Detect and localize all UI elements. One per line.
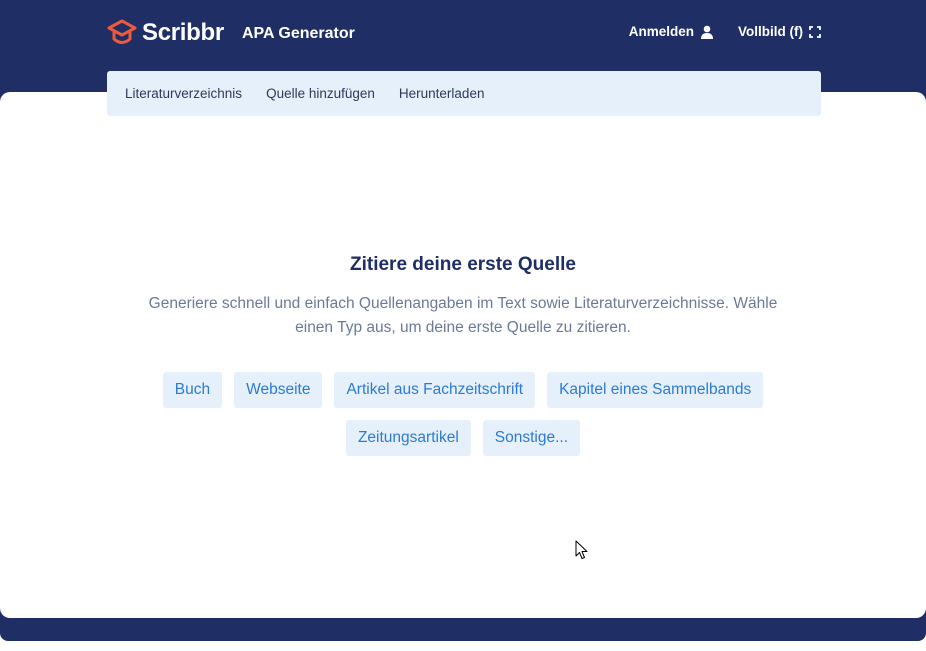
product-name: APA Generator — [241, 25, 355, 42]
header-actions: Anmelden Vollbild (f) — [629, 24, 821, 39]
fullscreen-button[interactable]: Vollbild (f) — [738, 24, 821, 39]
empty-state: Zitiere deine erste Quelle Generiere sch… — [0, 254, 926, 456]
source-type-book-button[interactable]: Buch — [162, 372, 223, 408]
source-type-website-button[interactable]: Webseite — [234, 372, 323, 408]
user-icon — [700, 25, 714, 39]
mouse-cursor-icon — [575, 540, 589, 565]
source-type-other-button[interactable]: Sonstige... — [482, 420, 581, 456]
tab-herunterladen[interactable]: Herunterladen — [399, 86, 485, 101]
tab-bar: Literaturverzeichnis Quelle hinzufügen H… — [107, 71, 821, 116]
fullscreen-label: Vollbild (f) — [738, 24, 803, 39]
top-header: Scribbr APA Generator Anmelden Vollbild … — [107, 18, 821, 52]
source-type-book-chapter-button[interactable]: Kapitel eines Sammelbands — [547, 372, 764, 408]
brand-name: Scribbr — [142, 19, 224, 46]
brand[interactable]: Scribbr APA Generator — [107, 18, 355, 48]
scribbr-logo-icon — [107, 18, 137, 48]
source-type-buttons: Buch Webseite Artikel aus Fachzeitschrif… — [143, 372, 783, 456]
app-window: Scribbr APA Generator Anmelden Vollbild … — [0, 0, 926, 641]
empty-state-title: Zitiere deine erste Quelle — [350, 254, 576, 275]
source-type-journal-article-button[interactable]: Artikel aus Fachzeitschrift — [334, 372, 536, 408]
login-button[interactable]: Anmelden — [629, 24, 714, 39]
source-type-newspaper-article-button[interactable]: Zeitungsartikel — [345, 420, 471, 456]
fullscreen-icon — [809, 25, 821, 38]
empty-state-description: Generiere schnell und einfach Quellenang… — [148, 295, 778, 336]
login-label: Anmelden — [628, 24, 695, 39]
tab-literaturverzeichnis[interactable]: Literaturverzeichnis — [125, 86, 242, 101]
tab-quelle-hinzufuegen[interactable]: Quelle hinzufügen — [266, 86, 375, 101]
